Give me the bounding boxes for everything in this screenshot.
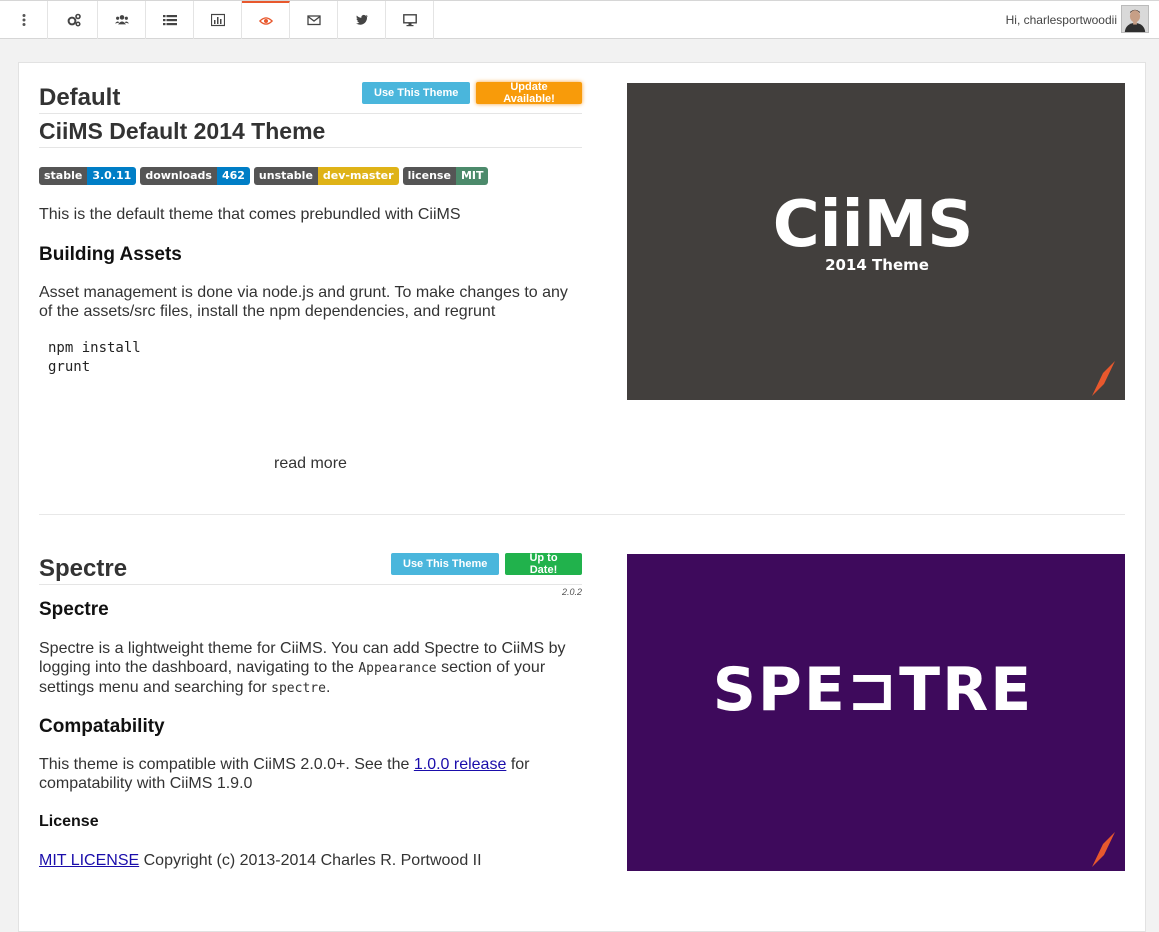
users-icon — [114, 15, 129, 25]
vertical-dots-icon — [22, 14, 25, 26]
theme-description: This is the default theme that comes pre… — [39, 206, 461, 223]
avatar[interactable] — [1121, 5, 1149, 33]
menu-toggle-button[interactable] — [0, 1, 48, 39]
list-icon — [162, 15, 177, 26]
nav-settings[interactable] — [50, 1, 98, 39]
nav-content[interactable] — [146, 1, 194, 39]
license-text: MIT LICENSE Copyright (c) 2013-2014 Char… — [39, 852, 482, 869]
nav-twitter[interactable] — [338, 1, 386, 39]
code-block: npm install grunt — [48, 340, 141, 375]
theme-name: Spectre — [39, 555, 128, 582]
downloads-badge[interactable]: downloads 462 — [140, 167, 250, 185]
theme-details: Spectre Use This Theme Up to Date! 2.0.2… — [39, 552, 582, 870]
update-available-button[interactable]: Update Available! — [476, 81, 582, 105]
stable-version-badge[interactable]: stable 3.0.11 — [39, 167, 137, 185]
read-more-link[interactable]: read more — [274, 455, 347, 473]
theme-preview-image[interactable]: SPE⊐TRE — [627, 554, 1125, 871]
nav-messages[interactable] — [290, 1, 338, 39]
theme-preview-image[interactable]: CiiMS 2014 Theme — [627, 83, 1125, 400]
user-greeting: Hi, charlesportwoodii — [1005, 13, 1117, 27]
theme-name: Default — [39, 84, 121, 111]
nav-themes[interactable] — [242, 1, 290, 39]
section-heading: Building Assets — [39, 244, 182, 265]
use-this-theme-button[interactable]: Use This Theme — [362, 82, 471, 104]
bar-chart-icon — [210, 13, 225, 27]
cogs-icon — [67, 13, 81, 27]
top-navbar: Hi, charlesportwoodii — [0, 0, 1159, 39]
ciims-preview-graphic: CiiMS 2014 Theme — [773, 188, 1115, 396]
themes-panel: Default Use This Theme Update Available!… — [18, 62, 1146, 932]
nav-users[interactable] — [98, 1, 146, 39]
unstable-version-badge[interactable]: unstable dev-master — [253, 167, 399, 185]
svg-text:SPE⊐TRE: SPE⊐TRE — [713, 655, 1034, 725]
theme-divider — [39, 514, 1125, 515]
desktop-icon — [402, 14, 417, 27]
theme-spectre: Spectre Use This Theme Up to Date! 2.0.2… — [39, 552, 1125, 914]
release-link[interactable]: 1.0.0 release — [414, 756, 507, 773]
theme-title-row: Spectre Use This Theme Up to Date! 2.0.2 — [39, 552, 582, 597]
nav-view-site[interactable] — [386, 1, 434, 39]
theme-version: 2.0.2 — [561, 587, 582, 597]
theme-default: Default Use This Theme Update Available!… — [39, 81, 1125, 503]
license-badge[interactable]: license MIT — [402, 167, 489, 185]
twitter-icon — [355, 14, 368, 25]
badges: stable 3.0.11 downloads 462 unstable dev… — [39, 167, 582, 185]
svg-text:CiiMS: CiiMS — [773, 188, 974, 262]
envelope-icon — [306, 15, 321, 26]
mit-license-link[interactable]: MIT LICENSE — [39, 852, 139, 869]
up-to-date-button[interactable]: Up to Date! — [505, 552, 582, 576]
theme-subtitle: CiiMS Default 2014 Theme — [39, 118, 582, 148]
theme-details: Default Use This Theme Update Available!… — [39, 81, 582, 472]
eye-icon — [258, 17, 273, 25]
use-this-theme-button[interactable]: Use This Theme — [391, 553, 500, 575]
theme-title-row: Default Use This Theme Update Available! — [39, 81, 582, 114]
license-heading: License — [39, 813, 99, 830]
svg-text:2014 Theme: 2014 Theme — [825, 256, 929, 274]
nav-analytics[interactable] — [194, 1, 242, 39]
theme-description: Spectre is a lightweight theme for CiiMS… — [39, 640, 566, 696]
compatability-heading: Compatability — [39, 716, 165, 737]
compatability-text: This theme is compatible with CiiMS 2.0.… — [39, 756, 530, 792]
spectre-preview-graphic: SPE⊐TRE — [713, 655, 1115, 867]
section-text: Asset management is done via node.js and… — [39, 284, 568, 320]
user-avatar-photo — [1122, 6, 1148, 32]
theme-heading: Spectre — [39, 599, 109, 620]
